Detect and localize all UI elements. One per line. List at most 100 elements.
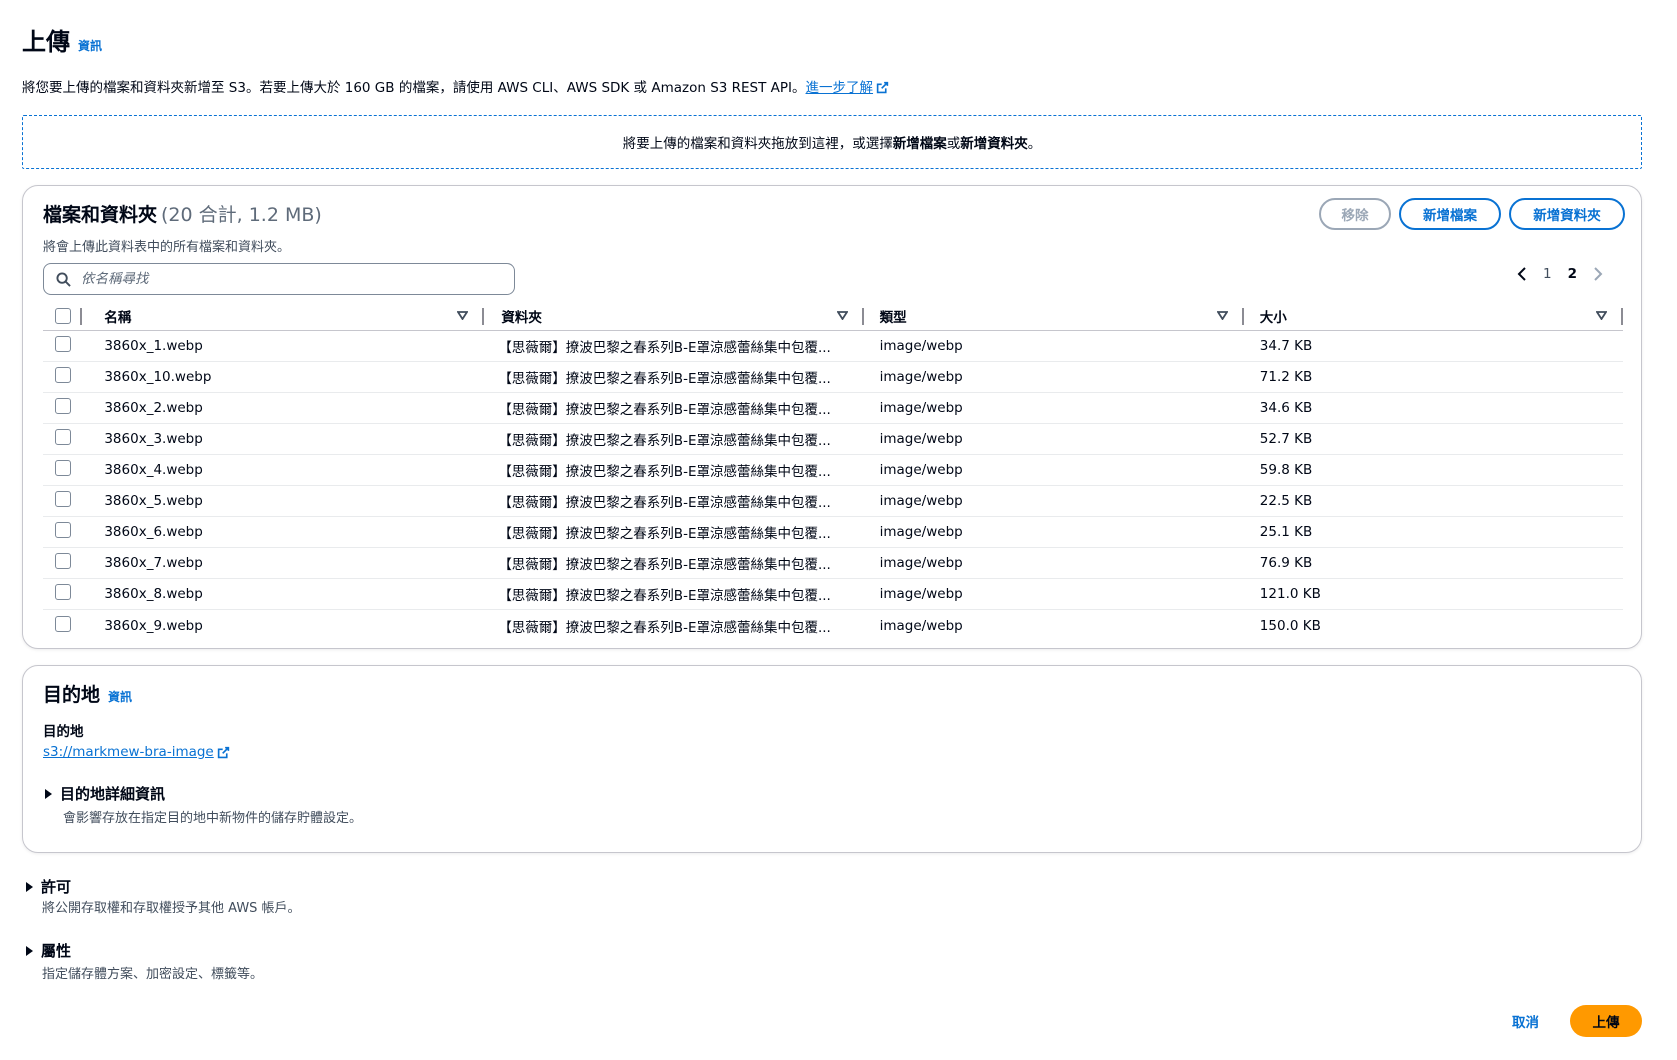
file-folder: 【思薇爾】撩波巴黎之春系列B-E罩涼感蕾絲集中包覆... <box>498 371 831 387</box>
file-type: image/webp <box>879 431 963 447</box>
file-size: 34.7 KB <box>1259 338 1313 354</box>
file-name: 3860x_1.webp <box>104 338 203 354</box>
column-divider <box>80 308 83 325</box>
destination-details-expander[interactable]: 目的地詳細資訊 <box>45 783 165 804</box>
row-checkbox[interactable] <box>55 584 71 600</box>
chevron-right-icon <box>1594 267 1603 281</box>
info-link[interactable]: 資訊 <box>78 37 102 54</box>
file-type: image/webp <box>879 586 963 602</box>
destination-info-link[interactable]: 資訊 <box>108 688 132 705</box>
files-table: 名稱 資料夾 類型 大小 3860x_1.webp 【思薇爾】撩波巴黎之春系列B… <box>43 301 1623 641</box>
file-folder: 【思薇爾】撩波巴黎之春系列B-E罩涼感蕾絲集中包覆... <box>498 340 831 356</box>
add-folder-button[interactable]: 新增資料夾 <box>1509 198 1625 230</box>
file-type: image/webp <box>879 462 963 478</box>
table-row: 3860x_7.webp 【思薇爾】撩波巴黎之春系列B-E罩涼感蕾絲集中包覆..… <box>43 548 1623 579</box>
files-panel-title: 檔案和資料夾 <box>43 204 158 226</box>
drop-zone[interactable]: 將要上傳的檔案和資料夾拖放到這裡，或選擇 新增檔案或新增資料夾。 <box>22 115 1642 169</box>
sort-triangle-icon <box>1596 311 1607 320</box>
file-size: 59.8 KB <box>1259 462 1313 478</box>
sort-triangle-icon <box>1216 311 1228 320</box>
table-row: 3860x_5.webp 【思薇爾】撩波巴黎之春系列B-E罩涼感蕾絲集中包覆..… <box>43 486 1623 517</box>
pagination: 1 2 <box>1517 266 1603 282</box>
sort-icon[interactable] <box>1216 311 1228 320</box>
properties-title: 屬性 <box>41 942 72 960</box>
column-header-size[interactable]: 大小 <box>1244 301 1623 330</box>
remove-button[interactable]: 移除 <box>1319 198 1391 230</box>
table-row: 3860x_9.webp 【思薇爾】撩波巴黎之春系列B-E罩涼感蕾絲集中包覆..… <box>43 610 1623 641</box>
chevron-left-icon <box>1517 267 1526 281</box>
file-type: image/webp <box>879 555 963 571</box>
file-type: image/webp <box>879 369 963 385</box>
row-checkbox[interactable] <box>55 553 71 569</box>
column-folder-label: 資料夾 <box>501 309 542 326</box>
destination-bucket-link[interactable]: s3://markmew-bra-image <box>43 744 230 760</box>
row-checkbox[interactable] <box>55 460 71 476</box>
search-input[interactable] <box>81 271 481 287</box>
sort-icon[interactable] <box>1596 311 1607 320</box>
file-size: 71.2 KB <box>1259 369 1313 385</box>
header-checkbox-cell <box>43 301 104 330</box>
add-files-button[interactable]: 新增檔案 <box>1399 198 1501 230</box>
row-checkbox[interactable] <box>55 367 71 383</box>
file-size: 34.6 KB <box>1259 400 1313 416</box>
column-header-type[interactable]: 類型 <box>864 301 1244 330</box>
table-body: 3860x_1.webp 【思薇爾】撩波巴黎之春系列B-E罩涼感蕾絲集中包覆..… <box>43 331 1623 641</box>
file-name: 3860x_4.webp <box>104 462 203 478</box>
file-type: image/webp <box>879 524 963 540</box>
prev-page-button[interactable] <box>1517 267 1527 281</box>
permissions-title: 許可 <box>41 878 72 896</box>
files-count: (20 合計, 1.2 MB) <box>161 204 322 226</box>
file-type: image/webp <box>879 493 963 509</box>
page-2[interactable]: 2 <box>1568 266 1577 282</box>
file-size: 150.0 KB <box>1259 617 1321 634</box>
files-panel-subtitle: 將會上傳此資料表中的所有檔案和資料夾。 <box>43 240 291 255</box>
file-name: 3860x_10.webp <box>104 369 212 385</box>
table-row: 3860x_1.webp 【思薇爾】撩波巴黎之春系列B-E罩涼感蕾絲集中包覆..… <box>43 331 1623 362</box>
properties-desc: 指定儲存體方案、加密設定、標籤等。 <box>42 967 264 982</box>
row-checkbox[interactable] <box>55 398 71 414</box>
destination-details-desc: 會影響存放在指定目的地中新物件的儲存貯體設定。 <box>63 811 363 826</box>
files-folders-panel: 檔案和資料夾 (20 合計, 1.2 MB) 將會上傳此資料表中的所有檔案和資料夾… <box>22 185 1642 649</box>
file-folder: 【思薇爾】撩波巴黎之春系列B-E罩涼感蕾絲集中包覆... <box>498 588 831 604</box>
upload-button[interactable]: 上傳 <box>1570 1005 1642 1037</box>
column-header-name[interactable]: 名稱 <box>104 301 485 330</box>
column-name-label: 名稱 <box>104 309 132 326</box>
row-checkbox[interactable] <box>55 615 71 632</box>
file-size: 22.5 KB <box>1259 493 1313 509</box>
cancel-button[interactable]: 取消 <box>1512 1011 1539 1031</box>
properties-expander[interactable]: 屬性 <box>26 940 71 961</box>
sort-icon[interactable] <box>457 311 469 320</box>
file-size: 25.1 KB <box>1259 524 1313 540</box>
search-icon <box>56 271 71 287</box>
row-checkbox[interactable] <box>55 522 71 538</box>
table-row: 3860x_8.webp 【思薇爾】撩波巴黎之春系列B-E罩涼感蕾絲集中包覆..… <box>43 579 1623 610</box>
row-checkbox[interactable] <box>55 491 71 507</box>
file-name: 3860x_9.webp <box>104 617 203 634</box>
sort-triangle-icon <box>457 311 469 320</box>
next-page-button[interactable] <box>1593 267 1603 281</box>
file-name: 3860x_6.webp <box>104 524 203 540</box>
destination-panel: 目的地 資訊 目的地 s3://markmew-bra-image 目的地詳細資… <box>22 665 1642 853</box>
dropzone-add-files: 新增檔案 <box>892 136 947 152</box>
dropzone-or: 或 <box>946 136 961 152</box>
file-name: 3860x_2.webp <box>104 400 203 416</box>
file-folder: 【思薇爾】撩波巴黎之春系列B-E罩涼感蕾絲集中包覆... <box>498 464 831 480</box>
learn-more-link[interactable]: 進一步了解 <box>806 80 890 96</box>
row-checkbox[interactable] <box>55 429 71 445</box>
permissions-expander[interactable]: 許可 <box>26 876 71 897</box>
file-folder: 【思薇爾】撩波巴黎之春系列B-E罩涼感蕾絲集中包覆... <box>498 402 831 418</box>
file-type: image/webp <box>879 617 963 634</box>
page-1[interactable]: 1 <box>1543 266 1552 282</box>
row-checkbox[interactable] <box>55 336 71 352</box>
caret-right-icon <box>45 788 52 799</box>
destination-header: 目的地 資訊 <box>43 680 132 707</box>
select-all-checkbox[interactable] <box>55 307 71 324</box>
sort-icon[interactable] <box>836 311 848 320</box>
column-divider <box>1621 308 1623 325</box>
dropzone-add-folder: 新增資料夾 <box>960 136 1028 152</box>
learn-more-label: 進一步了解 <box>805 80 874 96</box>
dropzone-period: 。 <box>1027 136 1042 152</box>
file-folder: 【思薇爾】撩波巴黎之春系列B-E罩涼感蕾絲集中包覆... <box>498 619 831 636</box>
column-header-folder[interactable]: 資料夾 <box>484 301 864 330</box>
search-box[interactable] <box>43 263 515 295</box>
